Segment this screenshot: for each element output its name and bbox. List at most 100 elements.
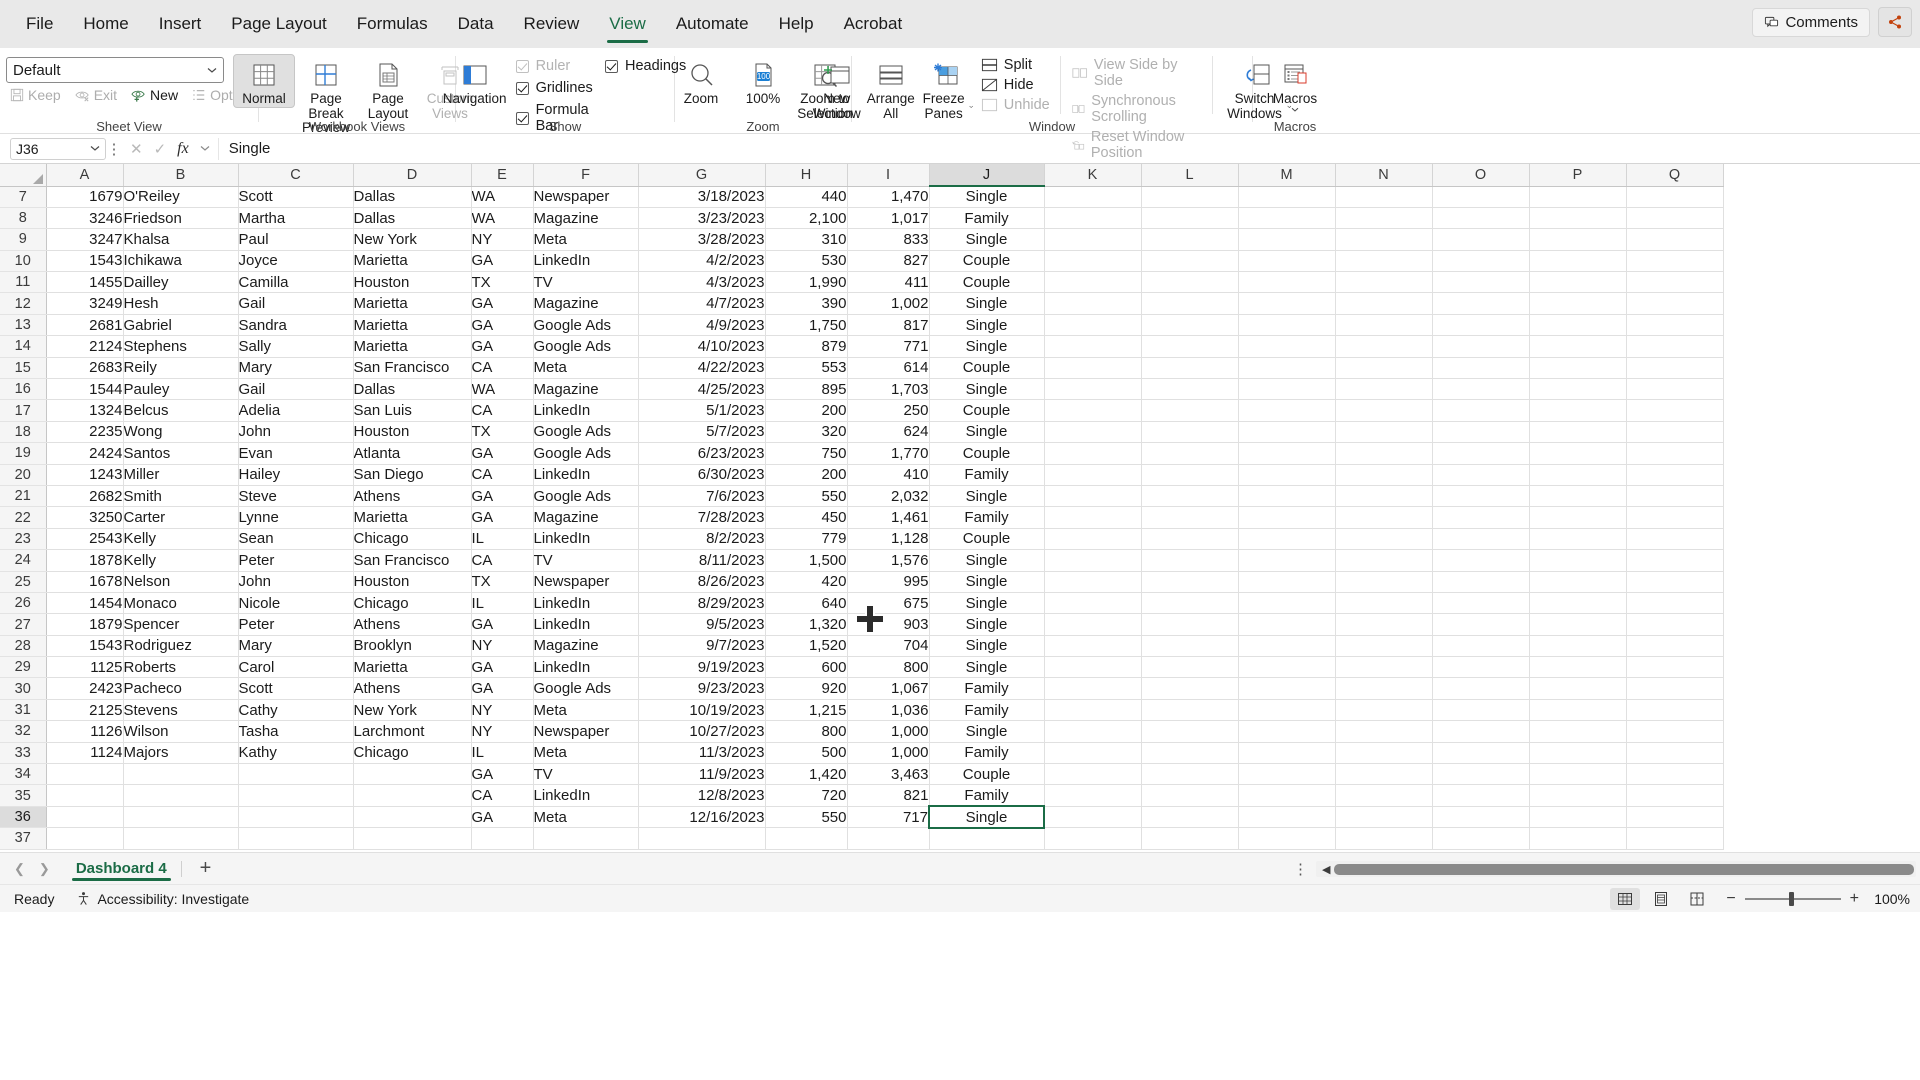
cell-E21[interactable]: GA bbox=[471, 485, 533, 506]
prev-sheet-icon[interactable]: ❮ bbox=[14, 861, 25, 877]
cell-L33[interactable] bbox=[1141, 742, 1238, 763]
cell-F26[interactable]: LinkedIn bbox=[533, 592, 638, 613]
cell-G15[interactable]: 4/22/2023 bbox=[638, 357, 765, 378]
cell-C15[interactable]: Mary bbox=[238, 357, 353, 378]
ribbon-tab-acrobat[interactable]: Acrobat bbox=[830, 8, 917, 40]
cell-G8[interactable]: 3/23/2023 bbox=[638, 207, 765, 228]
cell-J27[interactable]: Single bbox=[929, 614, 1044, 635]
cell-J12[interactable]: Single bbox=[929, 293, 1044, 314]
cell-F32[interactable]: Newspaper bbox=[533, 721, 638, 742]
cell-B31[interactable]: Stevens bbox=[123, 699, 238, 720]
cell-J23[interactable]: Couple bbox=[929, 528, 1044, 549]
cell-Q28[interactable] bbox=[1626, 635, 1723, 656]
cell-B17[interactable]: Belcus bbox=[123, 400, 238, 421]
cell-J31[interactable]: Family bbox=[929, 699, 1044, 720]
cell-H15[interactable]: 553 bbox=[765, 357, 847, 378]
cell-P18[interactable] bbox=[1529, 421, 1626, 442]
row-header-15[interactable]: 15 bbox=[0, 357, 46, 378]
cell-M27[interactable] bbox=[1238, 614, 1335, 635]
cell-J33[interactable]: Family bbox=[929, 742, 1044, 763]
cell-O24[interactable] bbox=[1432, 550, 1529, 571]
cell-N26[interactable] bbox=[1335, 592, 1432, 613]
cell-J17[interactable]: Couple bbox=[929, 400, 1044, 421]
table-row[interactable]: 132681GabrielSandraMariettaGAGoogle Ads4… bbox=[0, 314, 1723, 335]
cell-Q36[interactable] bbox=[1626, 806, 1723, 827]
cell-K34[interactable] bbox=[1044, 764, 1141, 785]
cell-F13[interactable]: Google Ads bbox=[533, 314, 638, 335]
table-row[interactable]: 281543RodriguezMaryBrooklynNYMagazine9/7… bbox=[0, 635, 1723, 656]
cell-G18[interactable]: 5/7/2023 bbox=[638, 421, 765, 442]
cell-E27[interactable]: GA bbox=[471, 614, 533, 635]
cell-J18[interactable]: Single bbox=[929, 421, 1044, 442]
column-header-C[interactable]: C bbox=[238, 164, 353, 186]
cell-F31[interactable]: Meta bbox=[533, 699, 638, 720]
cell-O14[interactable] bbox=[1432, 336, 1529, 357]
normal-view-button[interactable]: Normal bbox=[233, 54, 295, 108]
row-header-19[interactable]: 19 bbox=[0, 443, 46, 464]
table-row[interactable]: 192424SantosEvanAtlantaGAGoogle Ads6/23/… bbox=[0, 443, 1723, 464]
cell-N13[interactable] bbox=[1335, 314, 1432, 335]
cell-N37[interactable] bbox=[1335, 828, 1432, 849]
ribbon-tab-automate[interactable]: Automate bbox=[662, 8, 763, 40]
cell-O7[interactable] bbox=[1432, 186, 1529, 207]
table-row[interactable]: 321126WilsonTashaLarchmontNYNewspaper10/… bbox=[0, 721, 1723, 742]
horizontal-scrollbar[interactable]: ◀ bbox=[1316, 861, 1916, 877]
cell-M20[interactable] bbox=[1238, 464, 1335, 485]
cell-G30[interactable]: 9/23/2023 bbox=[638, 678, 765, 699]
cell-G23[interactable]: 8/2/2023 bbox=[638, 528, 765, 549]
new-window-button[interactable]: New Window bbox=[810, 54, 864, 122]
cell-E36[interactable]: GA bbox=[471, 806, 533, 827]
cell-E28[interactable]: NY bbox=[471, 635, 533, 656]
cell-K27[interactable] bbox=[1044, 614, 1141, 635]
cell-E24[interactable]: CA bbox=[471, 550, 533, 571]
cell-N22[interactable] bbox=[1335, 507, 1432, 528]
cell-E26[interactable]: IL bbox=[471, 592, 533, 613]
cell-M13[interactable] bbox=[1238, 314, 1335, 335]
cell-D9[interactable]: New York bbox=[353, 229, 471, 250]
cell-A30[interactable]: 2423 bbox=[46, 678, 123, 699]
cell-L9[interactable] bbox=[1141, 229, 1238, 250]
ribbon-tab-formulas[interactable]: Formulas bbox=[343, 8, 442, 40]
hide-button[interactable]: Hide bbox=[981, 77, 1050, 93]
cell-Q14[interactable] bbox=[1626, 336, 1723, 357]
row-header-9[interactable]: 9 bbox=[0, 229, 46, 250]
cell-K33[interactable] bbox=[1044, 742, 1141, 763]
table-row[interactable]: 161544PauleyGailDallasWAMagazine4/25/202… bbox=[0, 379, 1723, 400]
cell-Q23[interactable] bbox=[1626, 528, 1723, 549]
cell-D24[interactable]: San Francisco bbox=[353, 550, 471, 571]
cell-G10[interactable]: 4/2/2023 bbox=[638, 250, 765, 271]
cell-M37[interactable] bbox=[1238, 828, 1335, 849]
cell-A25[interactable]: 1678 bbox=[46, 571, 123, 592]
cell-F9[interactable]: Meta bbox=[533, 229, 638, 250]
cell-A31[interactable]: 2125 bbox=[46, 699, 123, 720]
cell-K32[interactable] bbox=[1044, 721, 1141, 742]
cell-I25[interactable]: 995 bbox=[847, 571, 929, 592]
cell-H29[interactable]: 600 bbox=[765, 657, 847, 678]
cell-D36[interactable] bbox=[353, 806, 471, 827]
cell-D13[interactable]: Marietta bbox=[353, 314, 471, 335]
cell-L13[interactable] bbox=[1141, 314, 1238, 335]
cell-Q19[interactable] bbox=[1626, 443, 1723, 464]
confirm-icon[interactable]: ✓ bbox=[154, 140, 167, 158]
table-row[interactable]: 171324BelcusAdeliaSan LuisCALinkedIn5/1/… bbox=[0, 400, 1723, 421]
cell-F34[interactable]: TV bbox=[533, 764, 638, 785]
cell-I37[interactable] bbox=[847, 828, 929, 849]
cell-N32[interactable] bbox=[1335, 721, 1432, 742]
cell-I14[interactable]: 771 bbox=[847, 336, 929, 357]
column-header-Q[interactable]: Q bbox=[1626, 164, 1723, 186]
cell-I36[interactable]: 717 bbox=[847, 806, 929, 827]
cell-H35[interactable]: 720 bbox=[765, 785, 847, 806]
table-row[interactable]: 331124MajorsKathyChicagoILMeta11/3/20235… bbox=[0, 742, 1723, 763]
cell-C23[interactable]: Sean bbox=[238, 528, 353, 549]
cell-N29[interactable] bbox=[1335, 657, 1432, 678]
row-header-32[interactable]: 32 bbox=[0, 721, 46, 742]
cell-N33[interactable] bbox=[1335, 742, 1432, 763]
cell-O21[interactable] bbox=[1432, 485, 1529, 506]
cell-C10[interactable]: Joyce bbox=[238, 250, 353, 271]
cell-H37[interactable] bbox=[765, 828, 847, 849]
cell-C33[interactable]: Kathy bbox=[238, 742, 353, 763]
formula-bar-more-icon[interactable]: ⋮ bbox=[106, 140, 122, 158]
cell-A11[interactable]: 1455 bbox=[46, 272, 123, 293]
cell-C31[interactable]: Cathy bbox=[238, 699, 353, 720]
cell-N35[interactable] bbox=[1335, 785, 1432, 806]
